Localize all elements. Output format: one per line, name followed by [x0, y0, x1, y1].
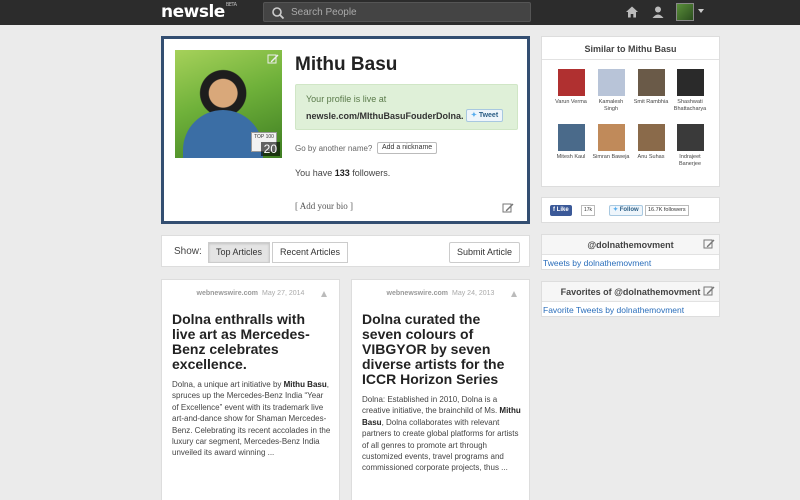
divider — [542, 59, 719, 60]
similar-person[interactable]: Mitesh Kaul — [551, 124, 591, 161]
tweet-button[interactable]: ✦ Tweet — [466, 109, 504, 122]
twitter-bird-icon: ✦ — [613, 207, 619, 213]
like-count: 17k — [581, 205, 596, 216]
similar-people-panel: Similar to Mithu Basu Varun Verma Kamale… — [541, 36, 720, 187]
social-buttons: f Like 17k ✦ Follow 16.7K followers — [541, 197, 720, 223]
facebook-icon: f — [553, 207, 555, 213]
article-title[interactable]: Dolna curated the seven colours of VIBGY… — [362, 312, 522, 387]
followers-summary: You have 133 followers. — [295, 168, 391, 178]
similar-person[interactable]: Varun Verma — [551, 69, 591, 106]
add-nickname-button[interactable]: Add a nickname — [377, 142, 438, 154]
person-avatar — [676, 124, 704, 151]
edit-bio-icon[interactable] — [502, 202, 514, 214]
search-icon — [272, 7, 285, 20]
tweets-link[interactable]: Tweets by dolnathemovment — [543, 258, 651, 268]
edit-icon[interactable] — [703, 285, 715, 297]
similar-person[interactable]: Anu Suhas — [631, 124, 671, 161]
submit-article-button[interactable]: Submit Article — [448, 242, 520, 263]
article-card[interactable]: webnewswire.com May 27, 2014 Dolna enthra… — [161, 279, 340, 500]
article-source: webnewswire.com — [196, 290, 259, 297]
favorite-tweets-link[interactable]: Favorite Tweets by dolnathemovment — [543, 305, 684, 315]
articles-toolbar: Show: Top Articles Recent Articles Submi… — [161, 235, 530, 267]
article-source: webnewswire.com — [386, 290, 449, 297]
person-avatar — [637, 69, 665, 96]
search-input[interactable] — [291, 5, 521, 20]
person-avatar — [637, 124, 665, 151]
edit-photo-icon[interactable] — [267, 53, 279, 65]
profile-photo[interactable]: TOP 100 20 — [175, 50, 282, 158]
home-icon[interactable] — [625, 5, 639, 19]
profile-live-notice: Your profile is live at newsle.com/MIthu… — [295, 84, 518, 130]
twitter-feed-title: @dolnathemovment — [542, 235, 719, 255]
person-name: Simran Baweja — [592, 154, 630, 160]
article-card[interactable]: webnewswire.com May 24, 2013 Dolna curate… — [351, 279, 530, 500]
article-title[interactable]: Dolna enthralls with live art as Mercede… — [172, 312, 332, 372]
profile-name: Mithu Basu — [295, 54, 398, 75]
person-name: Smit Rambhia — [633, 99, 669, 105]
logo-text: newsle — [161, 2, 225, 22]
show-label: Show: — [174, 246, 202, 257]
similar-person[interactable]: Kamalesh Singh — [591, 69, 631, 113]
logo-beta-badge: BETA — [225, 2, 237, 8]
report-warning-icon[interactable] — [321, 291, 327, 297]
person-avatar — [597, 69, 625, 96]
profile-card: TOP 100 20 Mithu Basu Your profile is li… — [161, 36, 530, 224]
top-navigation-bar: newsleBETA — [0, 0, 800, 25]
article-snippet: Dolna: Established in 2010, Dolna is a c… — [362, 395, 521, 473]
panel-title: Similar to Mithu Basu — [584, 44, 677, 54]
edit-icon[interactable] — [703, 238, 715, 250]
live-message: Your profile is live at — [306, 94, 387, 104]
article-date: May 24, 2013 — [452, 290, 495, 297]
newsle-logo[interactable]: newsleBETA — [161, 2, 237, 22]
user-icon[interactable] — [651, 5, 665, 19]
person-avatar — [557, 69, 585, 96]
person-name: Mitesh Kaul — [556, 154, 586, 160]
chevron-down-icon[interactable] — [698, 9, 704, 13]
article-meta: webnewswire.com May 24, 2013 — [352, 290, 529, 297]
person-avatar — [676, 69, 704, 96]
add-bio-link[interactable]: [ Add your bio ] — [295, 201, 353, 211]
similar-person[interactable]: Indrajeet Banerjee — [670, 124, 710, 168]
person-name: Indrajeet Banerjee — [678, 154, 702, 167]
similar-person[interactable]: Simran Baweja — [591, 124, 631, 161]
report-warning-icon[interactable] — [511, 291, 517, 297]
person-name: Anu Suhas — [637, 154, 665, 160]
nickname-prompt: Go by another name? — [295, 144, 373, 153]
photo-count-badge: 20 — [260, 142, 280, 156]
favorites-feed-panel: Favorites of @dolnathemovment Favorite T… — [541, 281, 720, 317]
facebook-like-button[interactable]: f Like — [550, 205, 572, 216]
person-name: Shashwati Bhattacharya — [673, 99, 707, 112]
profile-url[interactable]: newsle.com/MIthuBasuFouderDolna. — [306, 111, 464, 121]
favorites-feed-title: Favorites of @dolnathemovment — [542, 282, 719, 302]
person-name: Kamalesh Singh — [598, 99, 624, 112]
tab-recent-articles[interactable]: Recent Articles — [272, 242, 349, 263]
twitter-bird-icon: ✦ — [471, 112, 477, 119]
search-box[interactable] — [263, 2, 531, 22]
similar-person[interactable]: Smit Rambhia — [631, 69, 671, 106]
twitter-feed-panel: @dolnathemovment Tweets by dolnathemovme… — [541, 234, 720, 270]
person-avatar — [597, 124, 625, 151]
article-meta: webnewswire.com May 27, 2014 — [162, 290, 339, 297]
user-avatar[interactable] — [676, 3, 694, 21]
person-name: Varun Verma — [555, 99, 587, 105]
similar-person[interactable]: Shashwati Bhattacharya — [670, 69, 710, 113]
follow-count: 16.7K followers — [645, 205, 689, 216]
article-date: May 27, 2014 — [262, 290, 305, 297]
person-avatar — [557, 124, 585, 151]
followers-count: 133 — [334, 168, 350, 178]
tab-top-articles[interactable]: Top Articles — [208, 242, 271, 263]
twitter-follow-button[interactable]: ✦ Follow — [609, 205, 643, 216]
article-snippet: Dolna, a unique art initiative by Mithu … — [172, 380, 331, 458]
